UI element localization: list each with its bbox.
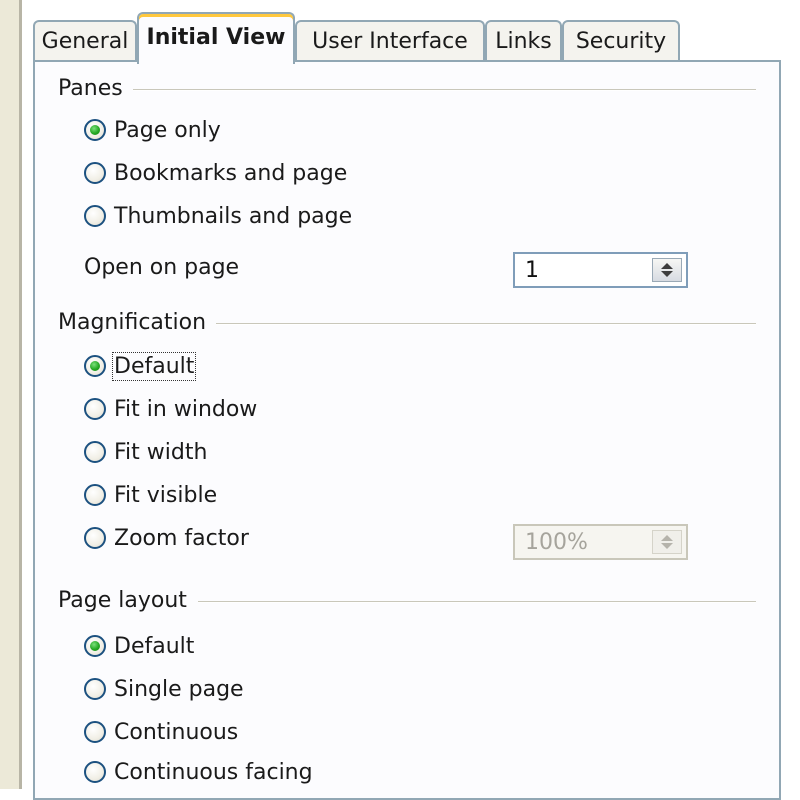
radio-label-bookmarks-and-page: Bookmarks and page [114,160,348,186]
tab-general[interactable]: General [33,20,137,60]
panes-divider [128,89,756,91]
radio-bookmarks-and-page[interactable]: Bookmarks and page [84,157,347,189]
magnification-heading: Magnification [58,310,217,335]
radio-label-layout-default: Default [114,633,195,659]
panes-heading: Panes [58,76,133,101]
zoom-factor-value: 100% [525,530,588,555]
radio-fit-in-window[interactable]: Fit in window [84,393,257,425]
radio-label-single-page: Single page [114,676,244,702]
tab-links[interactable]: Links [485,20,562,60]
radio-label-fit-visible: Fit visible [114,482,218,508]
radio-button[interactable] [84,527,106,549]
page-layout-heading: Page layout [58,588,197,613]
radio-button[interactable] [84,678,106,700]
radio-label-fit-in-window: Fit in window [114,396,258,422]
radio-layout-default[interactable]: Default [84,630,194,662]
radio-button[interactable] [84,484,106,506]
radio-single-page[interactable]: Single page [84,673,244,705]
radio-button-checked[interactable] [84,635,106,657]
radio-button[interactable] [84,441,106,463]
radio-label-page-only: Page only [114,117,221,143]
radio-label-fit-width: Fit width [114,439,208,465]
radio-label-zoom-factor: Zoom factor [114,525,249,551]
radio-magnification-default[interactable]: Default [84,350,197,382]
radio-button[interactable] [84,205,106,227]
page-layout-divider [198,601,756,603]
tab-initial-view[interactable]: Initial View [137,12,295,64]
radio-label-continuous-facing: Continuous facing [114,759,313,785]
tab-user-interface[interactable]: User Interface [295,20,485,60]
radio-button-checked[interactable] [84,119,106,141]
open-on-page-value: 1 [525,258,539,283]
radio-fit-visible[interactable]: Fit visible [84,479,217,511]
radio-button[interactable] [84,162,106,184]
stepper-arrows-icon[interactable] [652,530,682,554]
radio-continuous-facing[interactable]: Continuous facing [84,756,313,788]
radio-thumbnails-and-page[interactable]: Thumbnails and page [84,200,352,232]
zoom-factor-stepper[interactable]: 100% [513,524,688,560]
open-on-page-label: Open on page [84,255,240,280]
radio-label-thumbnails-and-page: Thumbnails and page [114,203,353,229]
radio-label-default: Default [111,351,197,381]
magnification-divider [200,323,756,325]
open-on-page-stepper[interactable]: 1 [513,252,688,288]
tab-security[interactable]: Security [562,20,680,60]
radio-button[interactable] [84,721,106,743]
radio-continuous[interactable]: Continuous [84,716,238,748]
window-left-edge [0,0,22,789]
radio-page-only[interactable]: Page only [84,114,221,146]
stepper-arrows-icon[interactable] [652,258,682,282]
radio-label-continuous: Continuous [114,719,239,745]
radio-button[interactable] [84,761,106,783]
radio-fit-width[interactable]: Fit width [84,436,207,468]
radio-zoom-factor[interactable]: Zoom factor [84,522,249,554]
radio-button[interactable] [84,398,106,420]
radio-button-checked[interactable] [84,355,106,377]
